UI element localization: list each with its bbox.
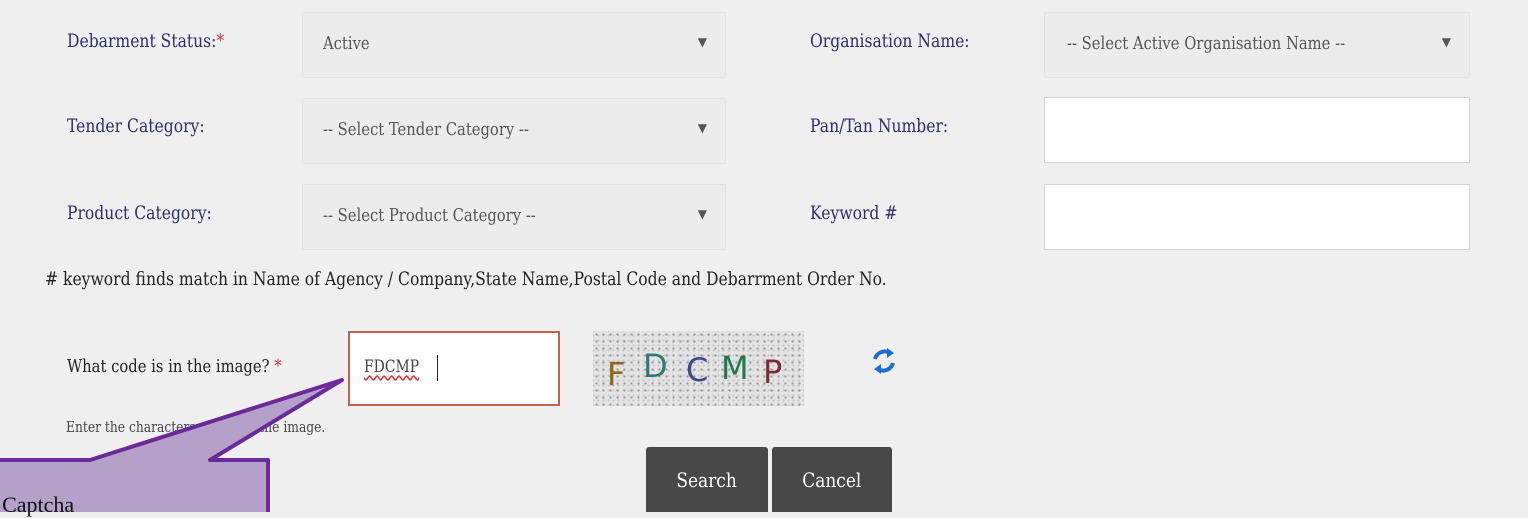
- captcha-char: P: [763, 353, 783, 391]
- pan-tan-input[interactable]: [1044, 97, 1470, 163]
- product-category-value: -- Select Product Category --: [323, 205, 536, 226]
- callout-text: Fill Captcha: [0, 492, 75, 517]
- captcha-image: F D C M P: [593, 331, 804, 406]
- captcha-hint: Enter the characters shown in the image.: [66, 418, 326, 436]
- captcha-char: D: [643, 347, 668, 385]
- cancel-button-label: Cancel: [802, 467, 862, 492]
- captcha-label: What code is in the image? *: [67, 356, 282, 377]
- debarment-status-label-text: Debarment Status:: [67, 30, 217, 52]
- keyword-label: Keyword #: [810, 202, 898, 224]
- debarment-status-select[interactable]: Active ▼: [302, 12, 726, 78]
- captcha-char: F: [607, 355, 626, 393]
- debarment-status-value: Active: [323, 33, 370, 54]
- tender-category-value: -- Select Tender Category --: [323, 119, 529, 140]
- organisation-name-select[interactable]: -- Select Active Organisation Name -- ▼: [1044, 12, 1470, 78]
- chevron-down-icon: ▼: [697, 35, 707, 49]
- keyword-input[interactable]: [1044, 184, 1470, 250]
- chevron-down-icon: ▼: [697, 207, 707, 221]
- captcha-label-text: What code is in the image?: [67, 356, 270, 377]
- organisation-name-label: Organisation Name:: [810, 30, 970, 52]
- chevron-down-icon: ▼: [697, 121, 707, 135]
- product-category-select[interactable]: -- Select Product Category -- ▼: [302, 184, 726, 250]
- tender-category-select[interactable]: -- Select Tender Category -- ▼: [302, 98, 726, 164]
- refresh-captcha-icon[interactable]: [868, 345, 900, 377]
- captcha-char: M: [721, 349, 749, 387]
- text-caret: [437, 355, 438, 381]
- search-button-label: Search: [676, 467, 738, 492]
- keyword-note: # keyword finds match in Name of Agency …: [45, 268, 887, 290]
- captcha-input[interactable]: FDCMP: [348, 331, 560, 406]
- captcha-char: C: [686, 351, 709, 389]
- required-mark: *: [274, 356, 282, 377]
- product-category-label: Product Category:: [67, 202, 212, 224]
- tender-category-label: Tender Category:: [67, 115, 205, 137]
- cancel-button[interactable]: Cancel: [772, 447, 892, 512]
- search-button[interactable]: Search: [646, 447, 768, 512]
- debarment-status-label: Debarment Status:*: [67, 30, 224, 52]
- required-mark: *: [216, 30, 225, 52]
- chevron-down-icon: ▼: [1441, 35, 1451, 49]
- organisation-name-value: -- Select Active Organisation Name --: [1067, 33, 1346, 54]
- captcha-input-value: FDCMP: [364, 357, 420, 377]
- pan-tan-label: Pan/Tan Number:: [810, 115, 949, 137]
